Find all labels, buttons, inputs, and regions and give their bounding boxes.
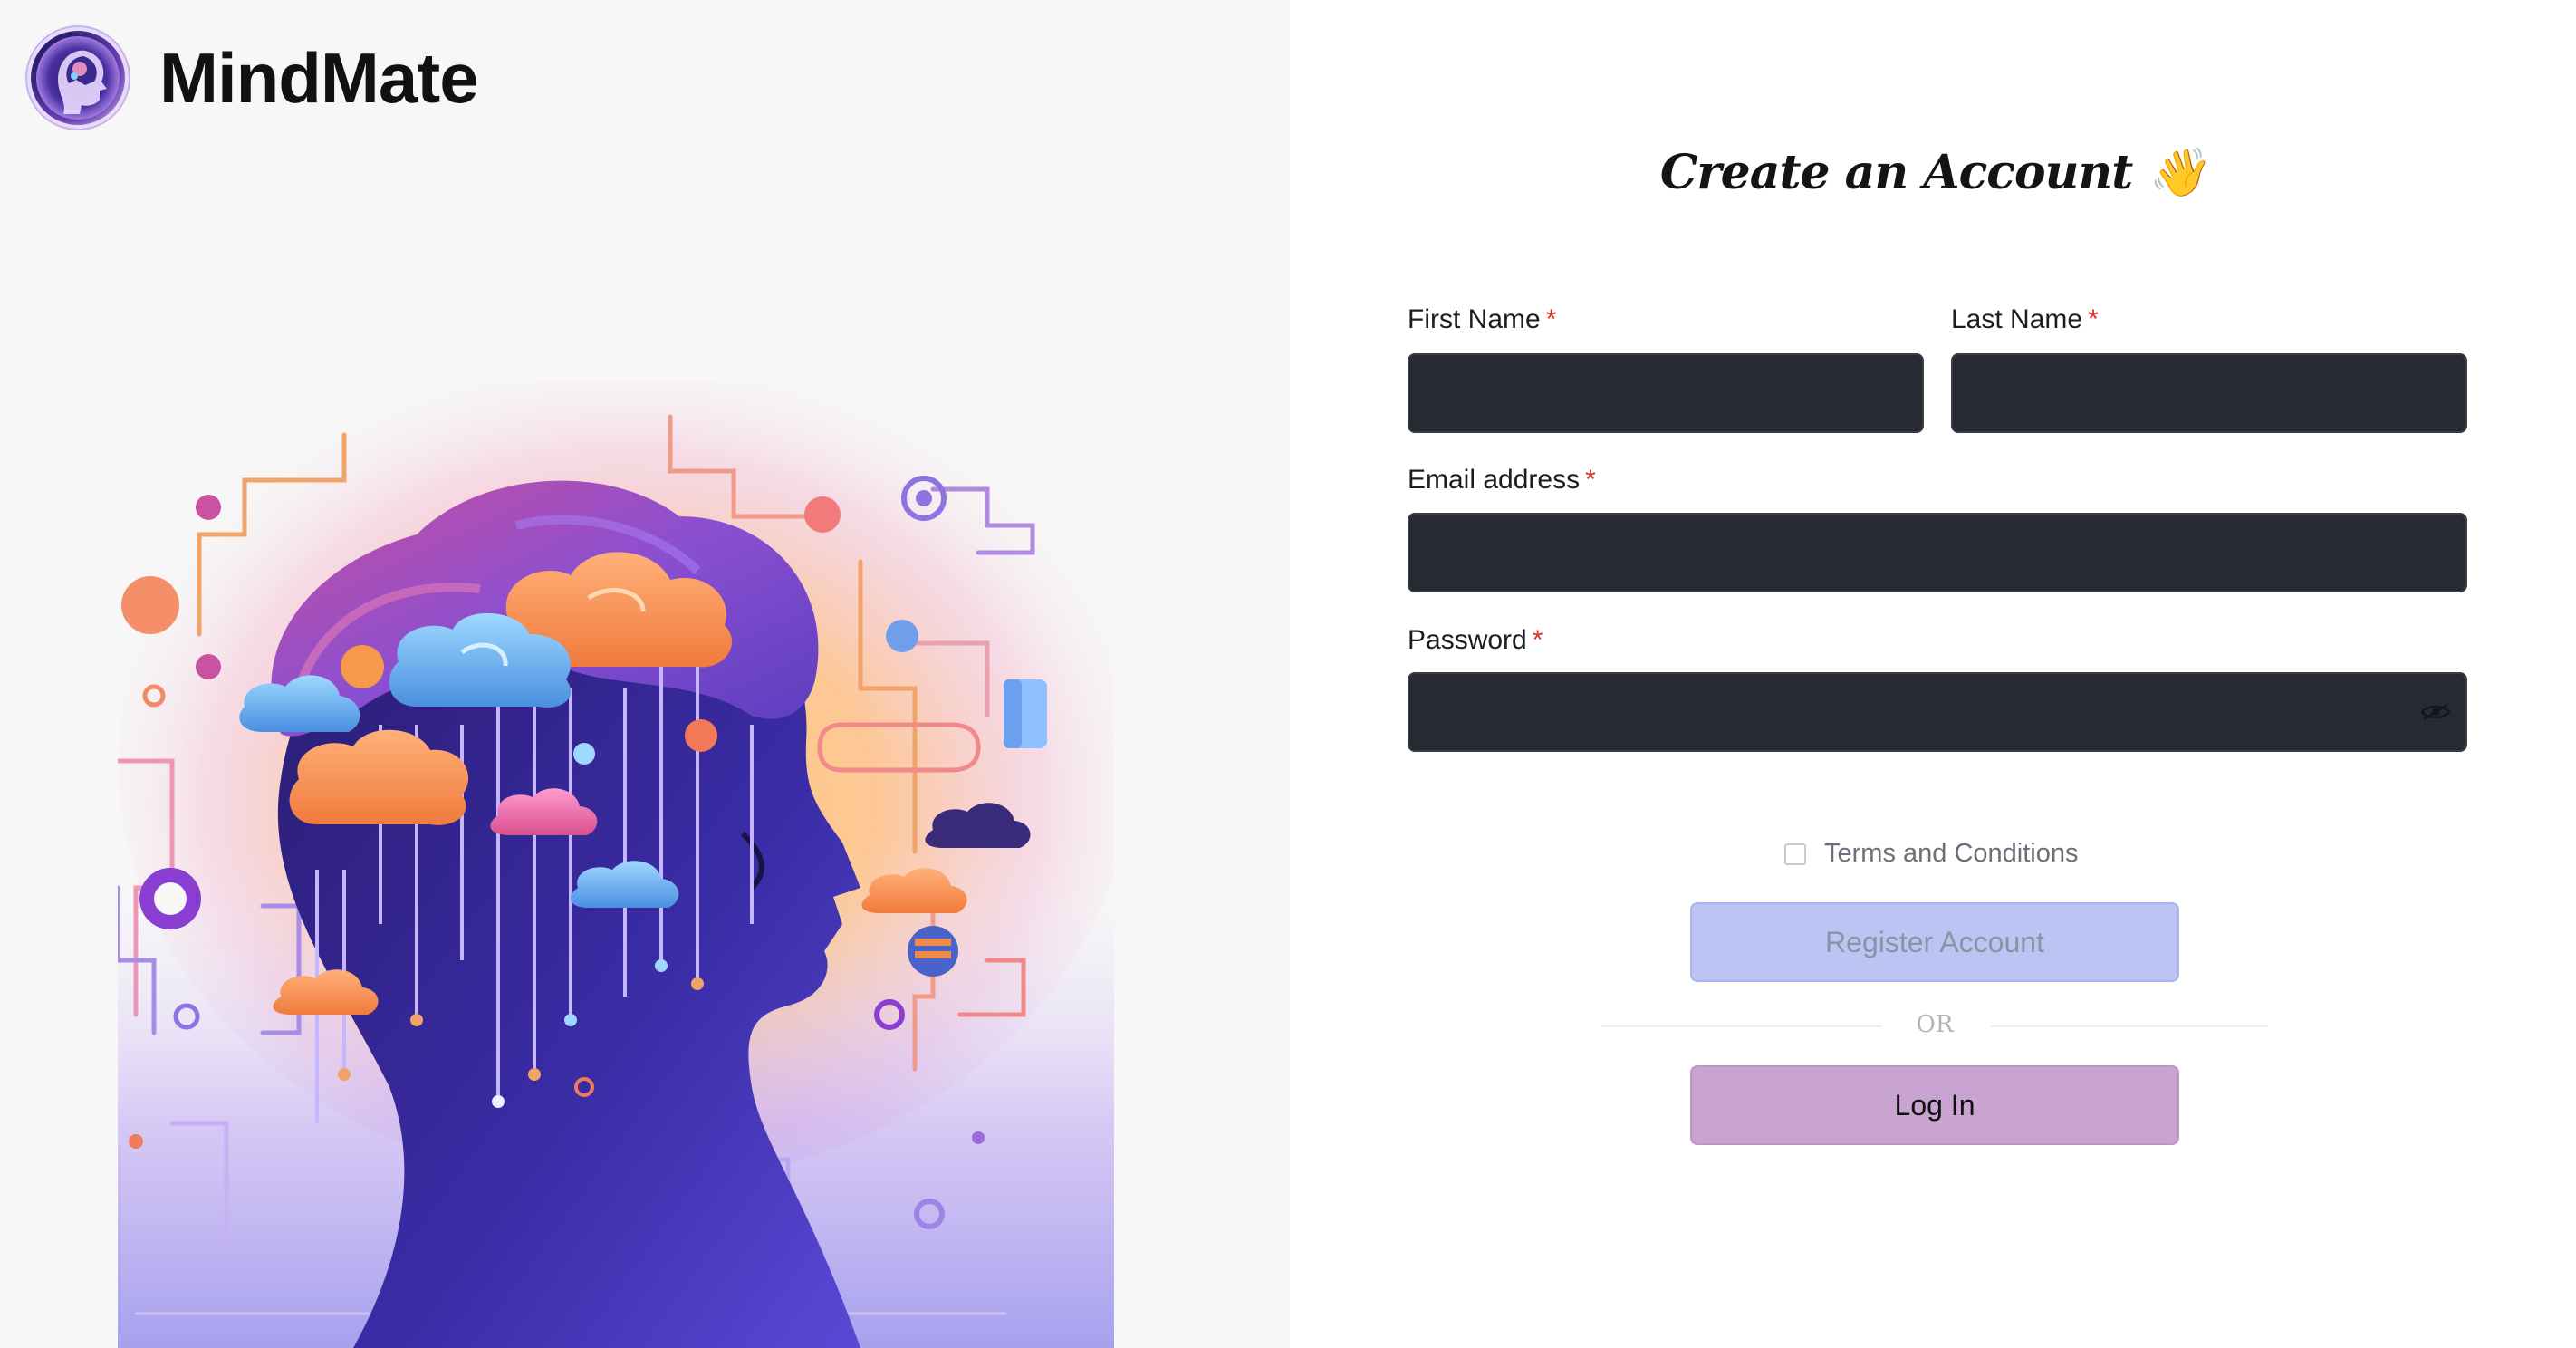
terms-label[interactable]: Terms and Conditions [1824, 839, 2078, 869]
login-button[interactable]: Log In [1690, 1065, 2179, 1145]
terms-checkbox[interactable] [1784, 842, 1806, 865]
register-panel: Create an Account 👋 First Name * Last Nam… [1290, 0, 2576, 1348]
register-button[interactable]: Register Account [1690, 902, 2179, 982]
brand-name: MindMate [159, 37, 479, 118]
brain-head-illustration [118, 380, 1114, 1348]
password-input[interactable] [1408, 672, 2467, 752]
left-panel: MindMate [0, 0, 1290, 1348]
last-name-input[interactable] [1951, 353, 2467, 433]
required-mark: * [1545, 304, 1557, 334]
brand-header: MindMate [31, 31, 479, 125]
terms-row[interactable]: Terms and Conditions [1784, 839, 2078, 869]
password-label-text: Password [1408, 625, 1527, 655]
required-mark: * [1585, 465, 1596, 495]
brain-head-logo-icon [31, 31, 125, 125]
first-name-input[interactable] [1408, 353, 1924, 433]
first-name-label-text: First Name [1408, 304, 1541, 334]
email-input[interactable] [1408, 513, 2467, 592]
last-name-label: Last Name * [1951, 304, 2099, 335]
or-divider: OR [1601, 1007, 2268, 1044]
password-label: Password * [1408, 625, 1543, 656]
required-mark: * [2088, 304, 2099, 334]
email-label: Email address * [1408, 465, 1596, 496]
first-name-label: First Name * [1408, 304, 1556, 335]
form-title: Create an Account 👋 [1659, 145, 2206, 200]
or-text: OR [1916, 1011, 1954, 1038]
last-name-label-text: Last Name [1951, 304, 2083, 334]
required-mark: * [1532, 625, 1543, 655]
eye-off-icon[interactable] [2420, 703, 2451, 721]
email-label-text: Email address [1408, 465, 1581, 495]
